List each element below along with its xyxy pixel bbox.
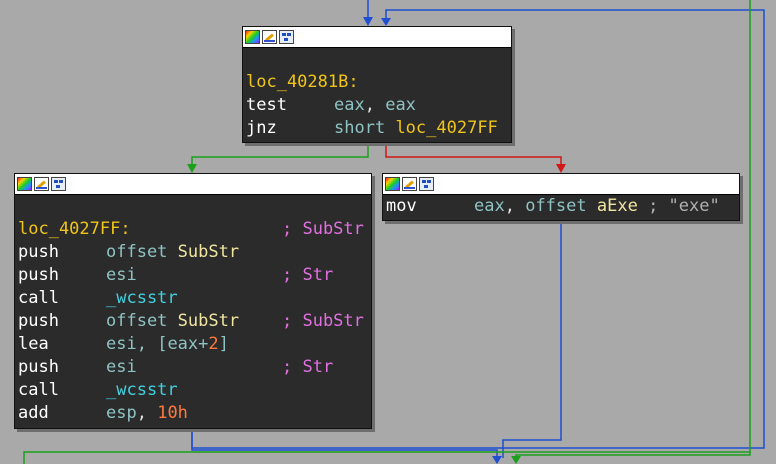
edge-arrow-out-1 <box>492 456 502 464</box>
edge-arrow-back <box>381 18 391 26</box>
instruction-line[interactable]: lea esi, [eax+2] <box>18 333 368 356</box>
string-literal: "exe" <box>668 196 720 216</box>
number: 10h <box>157 403 188 423</box>
instruction-line[interactable]: push esi ; Str <box>18 356 368 379</box>
instruction-line[interactable]: add esp, 10h <box>18 402 368 425</box>
node-mov-aExe[interactable]: mov eax, offset aExe ; "exe" <box>382 173 740 221</box>
node-loc-4027FF[interactable]: loc_4027FF: ; SubStr push offset SubStr pu… <box>14 173 372 429</box>
plus-sign: + <box>198 334 209 354</box>
instruction-line[interactable]: push offset SubStr ; SubStr <box>18 310 368 333</box>
mnemonic: jnz <box>246 118 277 138</box>
edge-arrow-true <box>187 164 197 173</box>
keyword-offset: offset <box>106 242 168 262</box>
symbol[interactable]: SubStr <box>178 242 239 262</box>
label-loc-4027FF[interactable]: loc_4027FF: <box>18 219 131 239</box>
node-toolbar <box>243 27 511 48</box>
keyword-short: short <box>334 118 386 138</box>
edge-arrow-false <box>556 164 566 173</box>
node-loc-40281B[interactable]: loc_40281B: test eax, eax jnz short loc_40… <box>242 26 512 143</box>
comment: ; SubStr <box>282 311 364 331</box>
symbol[interactable]: SubStr <box>178 311 239 331</box>
comment: ; Str <box>282 265 334 285</box>
label-loc-40281B[interactable]: loc_40281B: <box>246 71 508 94</box>
function-name[interactable]: _wcsstr <box>106 288 178 308</box>
edge-green-bottom-2 <box>515 452 751 458</box>
operand: eax <box>385 95 416 115</box>
mnemonic: mov <box>386 196 417 216</box>
number: 2 <box>208 334 219 354</box>
instruction-line[interactable]: push esi ; Str <box>18 264 368 287</box>
register: esi <box>106 265 137 285</box>
mnemonic: push <box>18 311 59 331</box>
node-color-icon[interactable] <box>245 30 260 44</box>
rename-icon[interactable] <box>402 177 417 191</box>
rename-icon[interactable] <box>34 177 49 191</box>
keyword-offset: offset <box>525 196 587 216</box>
node-toolbar <box>15 174 371 195</box>
register: eax <box>474 196 505 216</box>
comment: ; Str <box>282 357 334 377</box>
mnemonic: call <box>18 380 59 400</box>
register: esp <box>106 403 137 423</box>
instruction-line[interactable]: mov eax, offset aExe ; "exe" <box>386 195 736 218</box>
graph-view-icon[interactable] <box>279 30 294 44</box>
node-toolbar <box>383 174 739 195</box>
mnemonic: call <box>18 288 59 308</box>
separator: , <box>136 403 158 423</box>
jump-target[interactable]: loc_4027FF <box>395 118 497 138</box>
mnemonic: lea <box>18 334 49 354</box>
instruction-line[interactable]: jnz short loc_4027FF <box>246 117 508 140</box>
symbol[interactable]: aExe <box>597 196 638 216</box>
instruction-line[interactable]: call _wcsstr <box>18 287 368 310</box>
mnemonic: push <box>18 357 59 377</box>
edge-arrow-out-2 <box>511 456 521 464</box>
instruction-line[interactable]: push offset SubStr <box>18 241 368 264</box>
edge-left-out-blue <box>191 430 498 458</box>
instruction-line[interactable]: test eax, eax <box>246 94 508 117</box>
graph-view-icon[interactable] <box>51 177 66 191</box>
node-color-icon[interactable] <box>385 177 400 191</box>
mnemonic: add <box>18 403 49 423</box>
mnemonic: push <box>18 265 59 285</box>
function-name[interactable]: _wcsstr <box>106 380 178 400</box>
bracket-open: , [ <box>136 334 168 354</box>
edge-true-green <box>191 144 369 168</box>
graph-view-icon[interactable] <box>419 177 434 191</box>
separator: , <box>364 95 386 115</box>
rename-icon[interactable] <box>262 30 277 44</box>
keyword-offset: offset <box>106 311 168 331</box>
node-color-icon[interactable] <box>17 177 32 191</box>
comment: ; SubStr <box>282 219 364 239</box>
label-line[interactable]: loc_4027FF: ; SubStr <box>18 218 368 241</box>
mnemonic: push <box>18 242 59 262</box>
edge-right-out-blue <box>502 220 562 458</box>
register: eax <box>167 334 199 354</box>
bracket-close: ] <box>218 334 229 354</box>
edge-false-red <box>385 144 562 168</box>
register: esi <box>106 334 137 354</box>
operand: eax <box>334 95 365 115</box>
mnemonic: test <box>246 95 287 115</box>
edge-arrow-incoming-1 <box>363 17 373 26</box>
comment: ; <box>637 196 669 216</box>
separator: , <box>504 196 526 216</box>
instruction-line[interactable]: call _wcsstr <box>18 379 368 402</box>
register: esi <box>106 357 137 377</box>
